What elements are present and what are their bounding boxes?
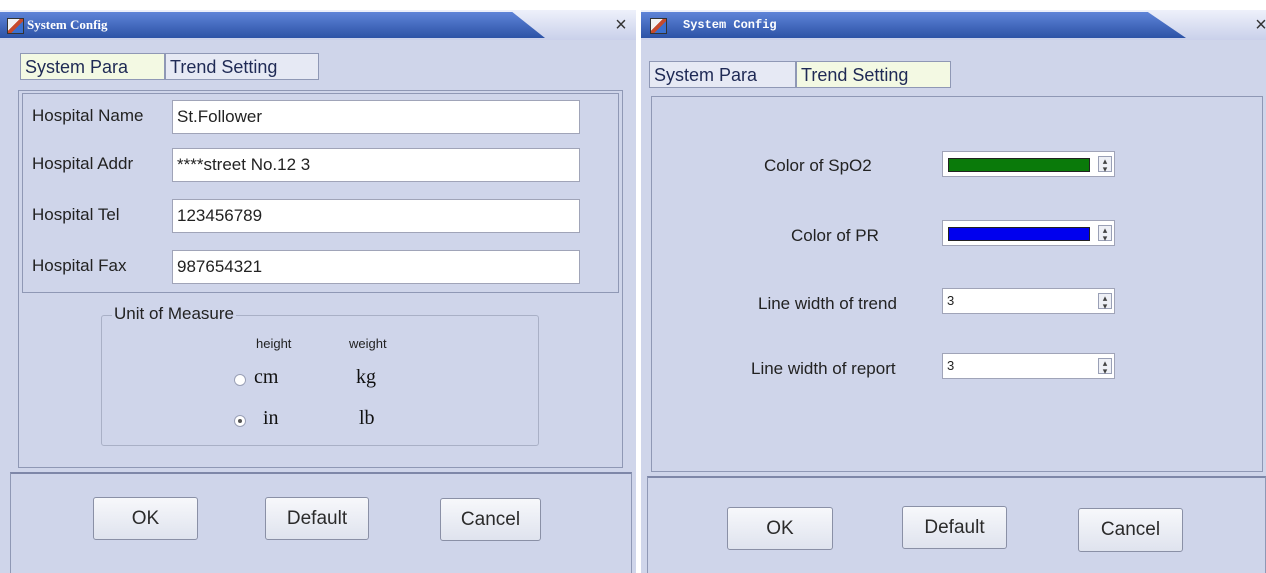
close-icon[interactable]: × (1252, 15, 1266, 35)
default-button[interactable]: Default (902, 506, 1007, 549)
hospital-name-label: Hospital Name (32, 106, 144, 125)
pr-color-dropdown[interactable]: ▴ ▾ (942, 220, 1115, 246)
height-column-label: height (256, 336, 292, 351)
report-width-value: 3 (947, 358, 955, 373)
title-bar: System Config × (641, 10, 1266, 40)
trend-width-label: Line width of trend (758, 294, 897, 313)
dropdown-icon[interactable]: ▴ ▾ (1098, 225, 1112, 243)
report-width-spinbox[interactable]: 3 ▴ ▾ (942, 353, 1115, 379)
hospital-fax-field[interactable]: 987654321 (172, 250, 580, 284)
ok-button[interactable]: OK (727, 507, 833, 550)
app-icon (7, 18, 24, 34)
radio-in-lb[interactable] (234, 415, 246, 427)
pr-color-label: Color of PR (791, 226, 879, 245)
system-config-window-trend-setting: System Config × System Para Trend Settin… (641, 10, 1266, 573)
hospital-tel-label: Hospital Tel (32, 205, 120, 224)
tab-system-para[interactable]: System Para (649, 61, 796, 88)
radio-cm-kg[interactable] (234, 374, 246, 386)
cancel-button[interactable]: Cancel (440, 498, 541, 541)
spo2-color-label: Color of SpO2 (764, 156, 872, 175)
unit-in: in (263, 407, 279, 429)
dropdown-icon[interactable]: ▴ ▾ (1098, 156, 1112, 174)
unit-lb: lb (359, 407, 375, 429)
window-title: System Config (27, 17, 108, 32)
cancel-button[interactable]: Cancel (1078, 508, 1183, 552)
title-bar: System Config × (0, 10, 636, 40)
default-button[interactable]: Default (265, 497, 369, 540)
spo2-color-dropdown[interactable]: ▴ ▾ (942, 151, 1115, 177)
tab-trend-setting[interactable]: Trend Setting (165, 53, 319, 80)
unit-kg: kg (356, 366, 376, 388)
hospital-fax-label: Hospital Fax (32, 256, 127, 275)
unit-of-measure-group (101, 315, 539, 446)
trend-width-value: 3 (947, 293, 955, 308)
hospital-addr-label: Hospital Addr (32, 154, 134, 173)
tab-system-para[interactable]: System Para (20, 53, 165, 80)
pr-color-swatch (948, 227, 1090, 241)
spinner-icon[interactable]: ▴ ▾ (1098, 293, 1112, 311)
hospital-tel-field[interactable]: 123456789 (172, 199, 580, 233)
spo2-color-swatch (948, 158, 1090, 172)
close-icon[interactable]: × (612, 15, 630, 35)
system-config-window-system-para: System Config × System Para Trend Settin… (0, 10, 636, 573)
unit-cm: cm (254, 366, 279, 388)
trend-width-spinbox[interactable]: 3 ▴ ▾ (942, 288, 1115, 314)
app-icon (650, 18, 667, 34)
hospital-name-field[interactable]: St.Follower (172, 100, 580, 134)
spinner-icon[interactable]: ▴ ▾ (1098, 358, 1112, 376)
hospital-addr-field[interactable]: ****street No.12 3 (172, 148, 580, 182)
tab-trend-setting[interactable]: Trend Setting (796, 61, 951, 88)
ok-button[interactable]: OK (93, 497, 198, 540)
window-title: System Config (683, 18, 777, 32)
unit-of-measure-title: Unit of Measure (112, 304, 236, 324)
weight-column-label: weight (349, 336, 387, 351)
report-width-label: Line width of report (751, 359, 896, 378)
